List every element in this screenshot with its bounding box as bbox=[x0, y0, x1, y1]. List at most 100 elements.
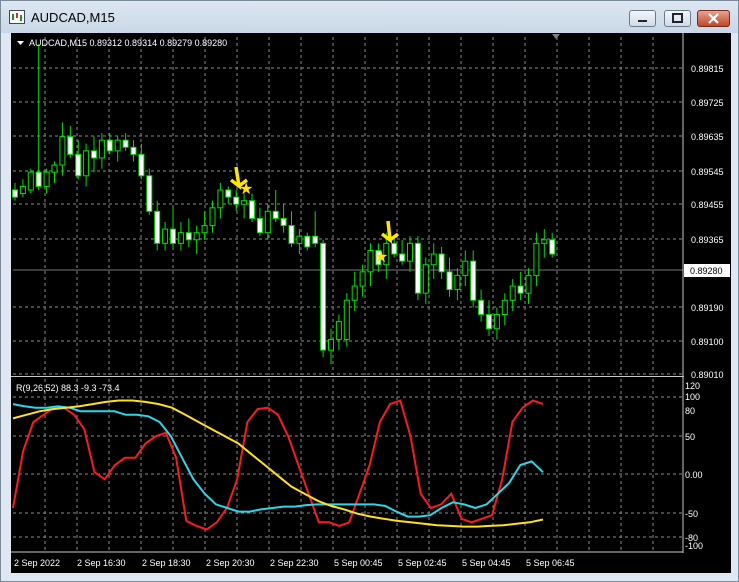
sell-arrow-icon bbox=[380, 220, 400, 244]
indicator-tick: 120 bbox=[685, 381, 700, 391]
title-bar[interactable]: AUDCAD,M15 bbox=[1, 1, 738, 33]
chart-canvas[interactable]: ★ ★ AUDCAD,M15 0.89312 0.89314 0.89279 0… bbox=[11, 33, 731, 573]
indicator-header: R(9,26,52) 88.3 -9.3 -73.4 bbox=[16, 383, 120, 393]
candle-body bbox=[422, 264, 429, 294]
price-tick: 0.89455 bbox=[691, 200, 724, 210]
candle-body bbox=[75, 153, 82, 177]
indicator-tick: 0.00 bbox=[685, 470, 703, 480]
candle-body bbox=[525, 274, 532, 294]
candle-body bbox=[170, 228, 176, 244]
candle-body bbox=[320, 242, 327, 351]
candle-body bbox=[343, 299, 350, 340]
indicator-tick: -100 bbox=[685, 541, 703, 551]
chart-menu-triangle-icon[interactable] bbox=[17, 41, 24, 45]
candle-body bbox=[106, 139, 113, 152]
candle-body bbox=[114, 139, 121, 152]
candle-body bbox=[122, 139, 129, 148]
candle-body bbox=[146, 175, 153, 212]
price-tick: 0.89365 bbox=[691, 235, 724, 245]
current-price-label: 0.89280 bbox=[690, 266, 723, 276]
candle-body bbox=[233, 196, 240, 205]
time-label: 2 Sep 20:30 bbox=[206, 558, 255, 568]
candle-body bbox=[399, 253, 406, 262]
candle-body bbox=[438, 253, 445, 273]
candle-body bbox=[27, 171, 34, 191]
candle-body bbox=[414, 242, 421, 294]
candle-body bbox=[241, 200, 248, 205]
maximize-button[interactable] bbox=[664, 10, 691, 27]
candle-body bbox=[280, 217, 287, 227]
candle-body bbox=[288, 225, 295, 244]
candle-body bbox=[359, 271, 366, 287]
candle-body bbox=[162, 228, 169, 244]
candle-body bbox=[470, 260, 477, 301]
window-title: AUDCAD,M15 bbox=[31, 10, 115, 25]
candle-body bbox=[312, 235, 319, 244]
grid-lines bbox=[13, 37, 683, 551]
candle-body bbox=[154, 210, 161, 244]
time-label: 5 Sep 04:45 bbox=[462, 558, 511, 568]
time-label: 2 Sep 16:30 bbox=[77, 558, 126, 568]
candle-body bbox=[407, 242, 413, 262]
candle-body bbox=[272, 210, 279, 219]
indicator-tick: 80 bbox=[685, 406, 695, 416]
candle-body bbox=[391, 242, 398, 255]
indicator-scale[interactable]: 120 100 80 50 0.00 -50 -80 -100 bbox=[685, 381, 703, 551]
minimize-button[interactable] bbox=[629, 10, 656, 27]
chart-shift-marker[interactable] bbox=[552, 34, 560, 39]
chart-window-icon bbox=[9, 10, 25, 24]
candle-body bbox=[454, 274, 461, 291]
sell-arrow-icon bbox=[229, 166, 249, 190]
candle-body bbox=[51, 164, 58, 173]
candle-body bbox=[486, 314, 492, 330]
candle-body bbox=[351, 285, 358, 301]
candle-body bbox=[12, 189, 18, 198]
candle-body bbox=[533, 242, 540, 276]
pane-separator[interactable] bbox=[11, 376, 684, 377]
close-button[interactable] bbox=[697, 10, 730, 27]
time-label: 5 Sep 06:45 bbox=[526, 558, 575, 568]
candle-body bbox=[35, 171, 42, 187]
chart-window: AUDCAD,M15 ★ ★ AUDCAD,M15 0.89312 0.8931… bbox=[0, 0, 739, 582]
candle-body bbox=[19, 185, 26, 195]
time-scale[interactable]: 2 Sep 2022 2 Sep 16:30 2 Sep 18:30 2 Sep… bbox=[14, 558, 575, 568]
candle-body bbox=[98, 139, 105, 159]
candle-body bbox=[493, 314, 500, 330]
candle-body bbox=[138, 153, 145, 177]
price-tick: 0.89545 bbox=[691, 167, 724, 177]
candle-body bbox=[91, 150, 97, 159]
price-tick: 0.89100 bbox=[691, 337, 724, 347]
price-tick: 0.89815 bbox=[691, 64, 724, 74]
candle-body bbox=[83, 150, 90, 177]
candle-body bbox=[304, 235, 311, 248]
candle-body bbox=[256, 217, 263, 234]
chart-area[interactable]: ★ ★ AUDCAD,M15 0.89312 0.89314 0.89279 0… bbox=[11, 33, 731, 573]
candle-body bbox=[541, 239, 548, 244]
time-label: 2 Sep 22:30 bbox=[270, 558, 319, 568]
candle-body bbox=[201, 225, 208, 234]
candle-body bbox=[217, 189, 224, 209]
candle-body bbox=[225, 189, 232, 198]
candle-body bbox=[462, 260, 469, 276]
candle-body bbox=[193, 232, 200, 241]
candle-body bbox=[367, 249, 374, 273]
close-icon bbox=[708, 13, 719, 24]
candle-body bbox=[67, 136, 74, 155]
price-tick: 0.89010 bbox=[691, 370, 724, 380]
price-tick: 0.89190 bbox=[691, 303, 724, 313]
candle-body bbox=[501, 299, 508, 316]
candle-body bbox=[478, 299, 485, 316]
indicator-tick: 100 bbox=[685, 392, 700, 402]
star-marker: ★ bbox=[374, 249, 388, 266]
price-tick: 0.89725 bbox=[691, 98, 724, 108]
time-label: 2 Sep 18:30 bbox=[142, 558, 191, 568]
indicator-line bbox=[12, 399, 544, 531]
price-scale[interactable]: 0.89815 0.89725 0.89635 0.89545 0.89455 … bbox=[684, 64, 730, 380]
time-label: 5 Sep 02:45 bbox=[398, 558, 447, 568]
candle-body bbox=[446, 271, 453, 291]
candle-body bbox=[130, 146, 137, 155]
candle-body bbox=[549, 239, 556, 255]
candle-body bbox=[517, 285, 524, 294]
time-label: 5 Sep 00:45 bbox=[334, 558, 383, 568]
indicator-tick: 50 bbox=[685, 432, 695, 442]
